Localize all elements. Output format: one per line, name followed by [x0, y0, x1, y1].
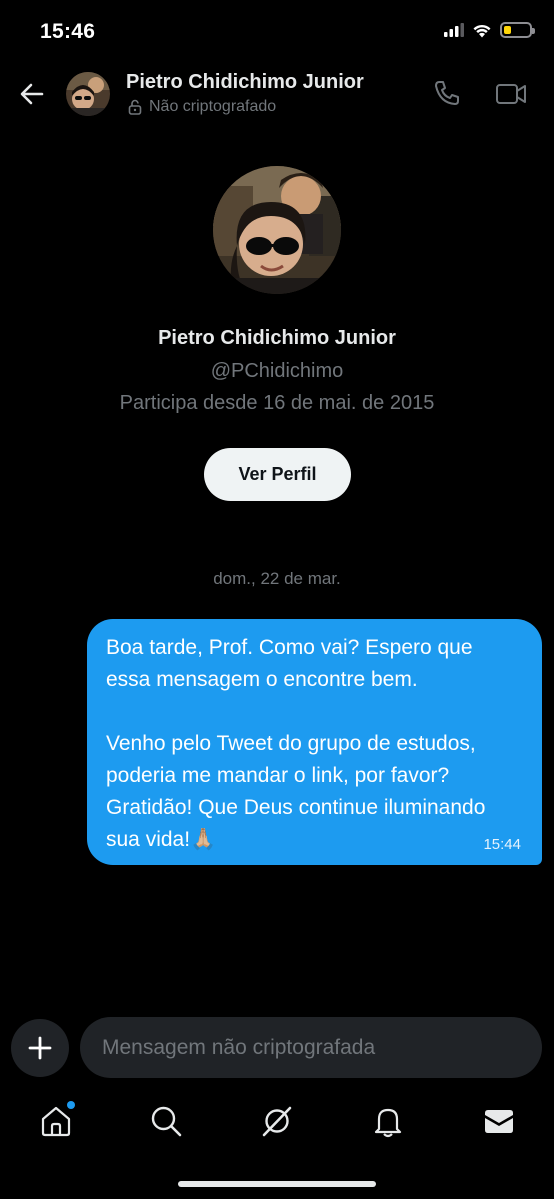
nav-notifications[interactable]	[371, 1104, 405, 1138]
conversation-header: Pietro Chidichimo Junior Não criptografa…	[0, 62, 554, 126]
date-separator: dom., 22 de mar.	[213, 569, 341, 588]
bell-icon	[374, 1108, 402, 1138]
profile-photo	[213, 166, 341, 294]
message-input[interactable]	[80, 1017, 542, 1078]
status-bar: 15:46	[0, 0, 554, 64]
encryption-status-label: Não criptografado	[149, 98, 277, 115]
encryption-status: Não criptografado	[127, 98, 276, 116]
message-text: Boa tarde, Prof. Como vai? Espero que es…	[106, 636, 486, 851]
status-icons	[444, 22, 535, 38]
home-icon	[41, 1106, 71, 1137]
video-camera-icon[interactable]	[495, 80, 527, 108]
avatar-photo	[66, 72, 110, 116]
phone-icon[interactable]	[432, 78, 462, 108]
message-timestamp: 15:44	[483, 836, 521, 853]
plus-icon	[28, 1036, 52, 1060]
unlock-icon	[128, 99, 142, 115]
battery-icon	[500, 22, 535, 38]
wifi-icon	[473, 24, 491, 37]
search-icon	[151, 1106, 182, 1137]
header-contact-name[interactable]: Pietro Chidichimo Junior	[126, 71, 364, 94]
nav-grok[interactable]	[260, 1104, 294, 1138]
profile-name: Pietro Chidichimo Junior	[158, 327, 396, 349]
back-arrow-icon[interactable]	[18, 80, 46, 108]
add-attachment-button[interactable]	[11, 1019, 69, 1077]
status-time: 15:46	[40, 20, 96, 43]
grok-icon	[262, 1106, 292, 1137]
nav-home[interactable]	[39, 1101, 75, 1138]
bottom-navigation	[0, 1090, 554, 1160]
cellular-signal-icon	[444, 23, 464, 37]
nav-search[interactable]	[149, 1104, 183, 1138]
mail-icon	[485, 1110, 513, 1133]
profile-avatar[interactable]	[213, 166, 341, 294]
notification-dot	[67, 1101, 75, 1109]
nav-messages[interactable]	[482, 1104, 516, 1138]
profile-handle: @PChidichimo	[210, 360, 344, 382]
battery-level	[504, 26, 512, 34]
header-avatar[interactable]	[66, 72, 110, 116]
outgoing-message-bubble[interactable]: Boa tarde, Prof. Como vai? Espero que es…	[87, 619, 542, 865]
profile-joined-date: Participa desde 16 de mai. de 2015	[119, 392, 435, 414]
home-indicator[interactable]	[178, 1181, 376, 1187]
view-profile-button[interactable]: Ver Perfil	[204, 448, 351, 501]
